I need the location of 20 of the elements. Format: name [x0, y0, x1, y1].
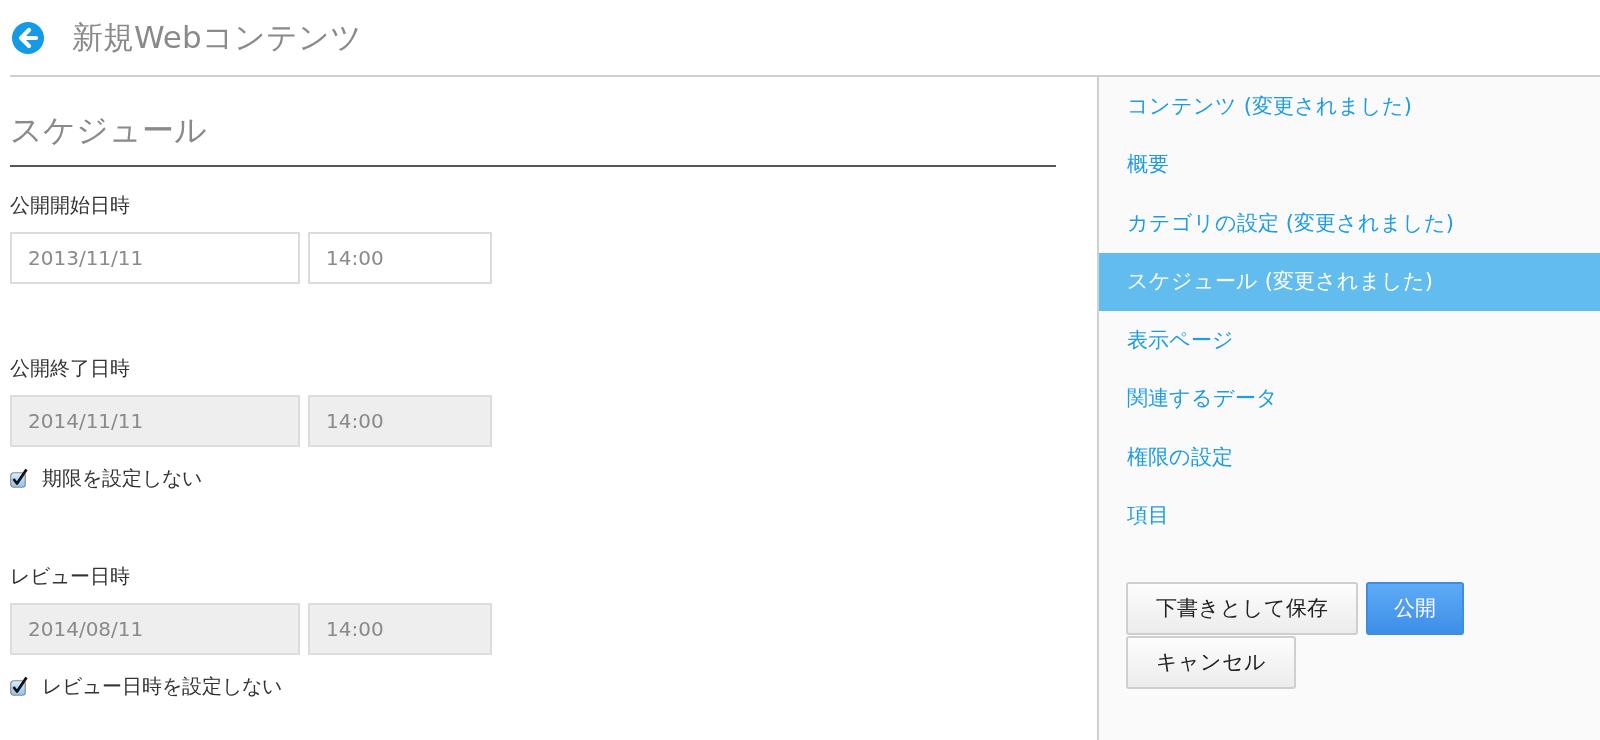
sidebar-item[interactable]: カテゴリの設定 (変更されました) — [1099, 194, 1600, 253]
publish-button[interactable]: 公開 — [1366, 582, 1464, 635]
sidebar-item[interactable]: スケジュール (変更されました) — [1099, 252, 1600, 311]
action-button[interactable]: キャンセル — [1126, 636, 1296, 689]
checkbox-label: 期限を設定しない — [42, 464, 202, 492]
sidebar-item[interactable]: 権限の設定 — [1099, 428, 1600, 487]
page-title: 新規Webコンテンツ — [72, 18, 362, 57]
time-field[interactable]: 14:00 — [308, 231, 492, 284]
section-heading: スケジュール — [10, 77, 1056, 167]
date-field[interactable]: 2013/11/11 — [10, 231, 300, 284]
sidebar-item[interactable]: 関連するデータ — [1099, 369, 1600, 428]
sidebar-item[interactable]: コンテンツ (変更されました) — [1099, 77, 1600, 136]
sidebar-item[interactable]: 表示ページ — [1099, 311, 1600, 370]
checkbox-label: レビュー日時を設定しない — [42, 672, 282, 700]
action-button[interactable]: 下書きとして保存 — [1126, 582, 1358, 635]
sidebar-item[interactable]: 概要 — [1099, 135, 1600, 194]
field-label: 公開開始日時 — [10, 191, 131, 219]
sidebar-item[interactable]: 項目 — [1099, 486, 1600, 545]
field-label: レビュー日時 — [10, 562, 131, 590]
field-label: 公開終了日時 — [10, 354, 131, 382]
